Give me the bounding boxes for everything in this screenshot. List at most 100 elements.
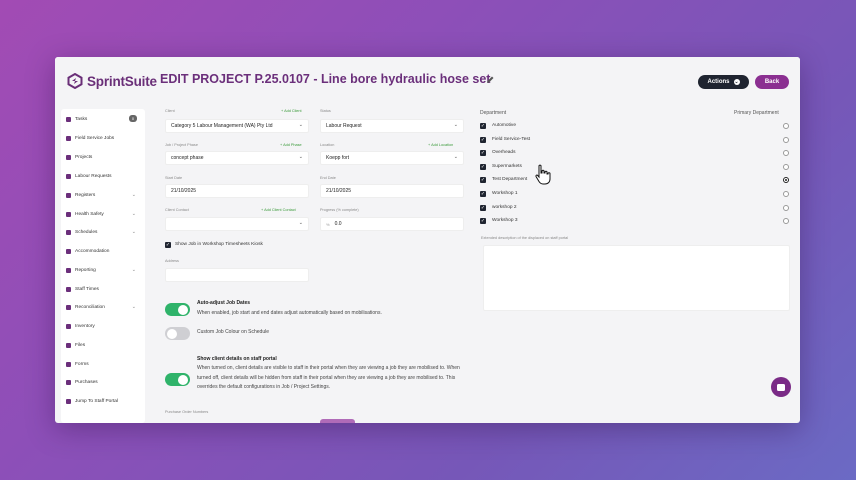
auto-adjust-toggle[interactable]: [165, 303, 190, 316]
sidebar-item-label: Accommodation: [75, 248, 110, 254]
department-checkbox[interactable]: ✓: [480, 205, 486, 211]
client-details-toggle[interactable]: [165, 373, 190, 386]
sidebar-item-tasks[interactable]: Tasks 0: [61, 112, 145, 126]
tasks-badge: 0: [129, 115, 137, 122]
department-checkbox[interactable]: ✓: [480, 150, 486, 156]
department-checkbox[interactable]: ✓: [480, 191, 486, 197]
client-details-desc: When turned on, client details are visib…: [197, 365, 460, 390]
portal-icon: [66, 398, 71, 404]
department-name: workshop 2: [492, 205, 517, 210]
custom-colour-toggle[interactable]: [165, 327, 190, 340]
primary-radio[interactable]: [783, 164, 789, 170]
wrench-icon: [66, 135, 71, 141]
add-phase-link[interactable]: + Add Phase: [280, 143, 302, 147]
primary-radio[interactable]: [783, 123, 789, 129]
chevron-down-icon: ⌄: [453, 122, 458, 128]
department-name: Workshop 1: [492, 191, 518, 196]
progress-input[interactable]: % 0.0: [320, 217, 464, 231]
primary-radio-selected[interactable]: [783, 177, 789, 183]
sidebar-item-label: Reporting: [75, 267, 96, 273]
department-checkbox[interactable]: ✓: [480, 137, 486, 143]
start-date-label: Start Date: [165, 176, 183, 180]
sidebar-item-reconciliation[interactable]: Reconciliation ⌄: [61, 300, 145, 314]
sidebar-item-label: Jump To Staff Portal: [75, 398, 119, 404]
add-location-link[interactable]: + Add Location: [428, 143, 453, 147]
back-button[interactable]: Back: [755, 75, 789, 89]
department-name: Automotive: [492, 123, 516, 128]
sidebar-item-projects[interactable]: Projects: [61, 150, 145, 164]
hand-pointer-icon: [535, 164, 551, 185]
client-select[interactable]: Category 5 Labour Management (WA) Pty Lt…: [165, 119, 309, 133]
sidebar-item-staff-portal[interactable]: Jump To Staff Portal: [61, 394, 145, 408]
projects-icon: [66, 154, 71, 160]
department-checkbox[interactable]: ✓: [480, 218, 486, 224]
sidebar-item-label: Projects: [75, 154, 93, 160]
department-checkbox[interactable]: ✓: [480, 177, 486, 183]
job-phase-select[interactable]: concept phase ⌄: [165, 151, 309, 165]
chevron-down-icon: ⌄: [298, 122, 303, 128]
add-client-link[interactable]: + Add Client: [281, 109, 302, 113]
sidebar-item-registers[interactable]: Registers ⌄: [61, 188, 145, 202]
sidebar-item-field-service-jobs[interactable]: Field Service Jobs: [61, 131, 145, 145]
job-phase-value: concept phase: [171, 155, 204, 161]
clock-icon: [66, 286, 71, 292]
primary-radio[interactable]: [783, 205, 789, 211]
sidebar-item-forms[interactable]: Forms: [61, 357, 145, 371]
primary-radio[interactable]: [783, 218, 789, 224]
toggle-knob: [178, 374, 188, 385]
sidebar-item-inventory[interactable]: Inventory: [61, 319, 145, 333]
extended-description-textarea[interactable]: [483, 245, 790, 311]
status-select[interactable]: Labour Request ⌄: [320, 119, 464, 133]
add-client-contact-link[interactable]: + Add Client Contact: [261, 208, 296, 212]
sidebar-item-labour-requests[interactable]: Labour Requests: [61, 169, 145, 183]
start-date-value: 21/10/2025: [171, 188, 197, 194]
scroll-indicator: [320, 419, 355, 423]
actions-label: Actions: [707, 79, 730, 85]
location-select[interactable]: Koepp fort ⌄: [320, 151, 464, 165]
health-icon: [66, 211, 71, 217]
sidebar-item-reporting[interactable]: Reporting ⌄: [61, 263, 145, 277]
address-input[interactable]: [165, 268, 309, 282]
sidebar-item-health-safety[interactable]: Health Safety ⌄: [61, 207, 145, 221]
sidebar-item-label: Schedules: [75, 229, 98, 235]
job-phase-label: Job / Project Phase: [165, 143, 198, 147]
registers-icon: [66, 192, 71, 198]
chevron-down-icon: ⌄: [453, 154, 458, 160]
department-checkbox[interactable]: ✓: [480, 123, 486, 129]
inventory-icon: [66, 323, 71, 329]
kiosk-checkbox[interactable]: ✓: [165, 242, 171, 248]
sidebar-item-label: Forms: [75, 361, 89, 367]
progress-value: 0.0: [334, 221, 342, 227]
pencil-icon[interactable]: [485, 75, 495, 85]
logo[interactable]: SprintSuite: [67, 73, 157, 89]
reconciliation-icon: [66, 304, 71, 310]
primary-radio[interactable]: [783, 137, 789, 143]
sidebar-item-label: Purchases: [75, 379, 98, 385]
cart-icon: [66, 379, 71, 385]
address-label: Address: [165, 259, 179, 263]
primary-radio[interactable]: [783, 191, 789, 197]
client-details-title: Show client details on staff portal: [197, 356, 277, 362]
client-contact-select[interactable]: ⌄: [165, 217, 309, 231]
logo-text: SprintSuite: [87, 73, 157, 89]
folder-icon: [66, 342, 71, 348]
chart-icon: [66, 267, 71, 273]
sidebar-item-schedules[interactable]: Schedules ⌄: [61, 225, 145, 239]
percent-icon: %: [326, 221, 330, 227]
primary-department-header: Primary Department: [734, 110, 779, 116]
actions-button[interactable]: Actions ⌄: [698, 75, 749, 89]
custom-colour-title: Custom Job Colour on Schedule: [197, 329, 269, 335]
sidebar-item-purchases[interactable]: Purchases: [61, 375, 145, 389]
department-name: Workshop 3: [492, 218, 518, 223]
department-checkbox[interactable]: ✓: [480, 164, 486, 170]
header: SprintSuite EDIT PROJECT P.25.0107 - Lin…: [55, 57, 800, 107]
sidebar-item-files[interactable]: Files: [61, 338, 145, 352]
chat-button[interactable]: [771, 377, 791, 397]
sidebar-item-label: Inventory: [75, 323, 95, 329]
start-date-input[interactable]: 21/10/2025: [165, 184, 309, 198]
end-date-input[interactable]: 21/10/2025: [320, 184, 464, 198]
sidebar-item-accommodation[interactable]: Accommodation: [61, 244, 145, 258]
client-contact-label: Client Contact: [165, 208, 189, 212]
primary-radio[interactable]: [783, 150, 789, 156]
sidebar-item-staff-times[interactable]: Staff Times: [61, 282, 145, 296]
